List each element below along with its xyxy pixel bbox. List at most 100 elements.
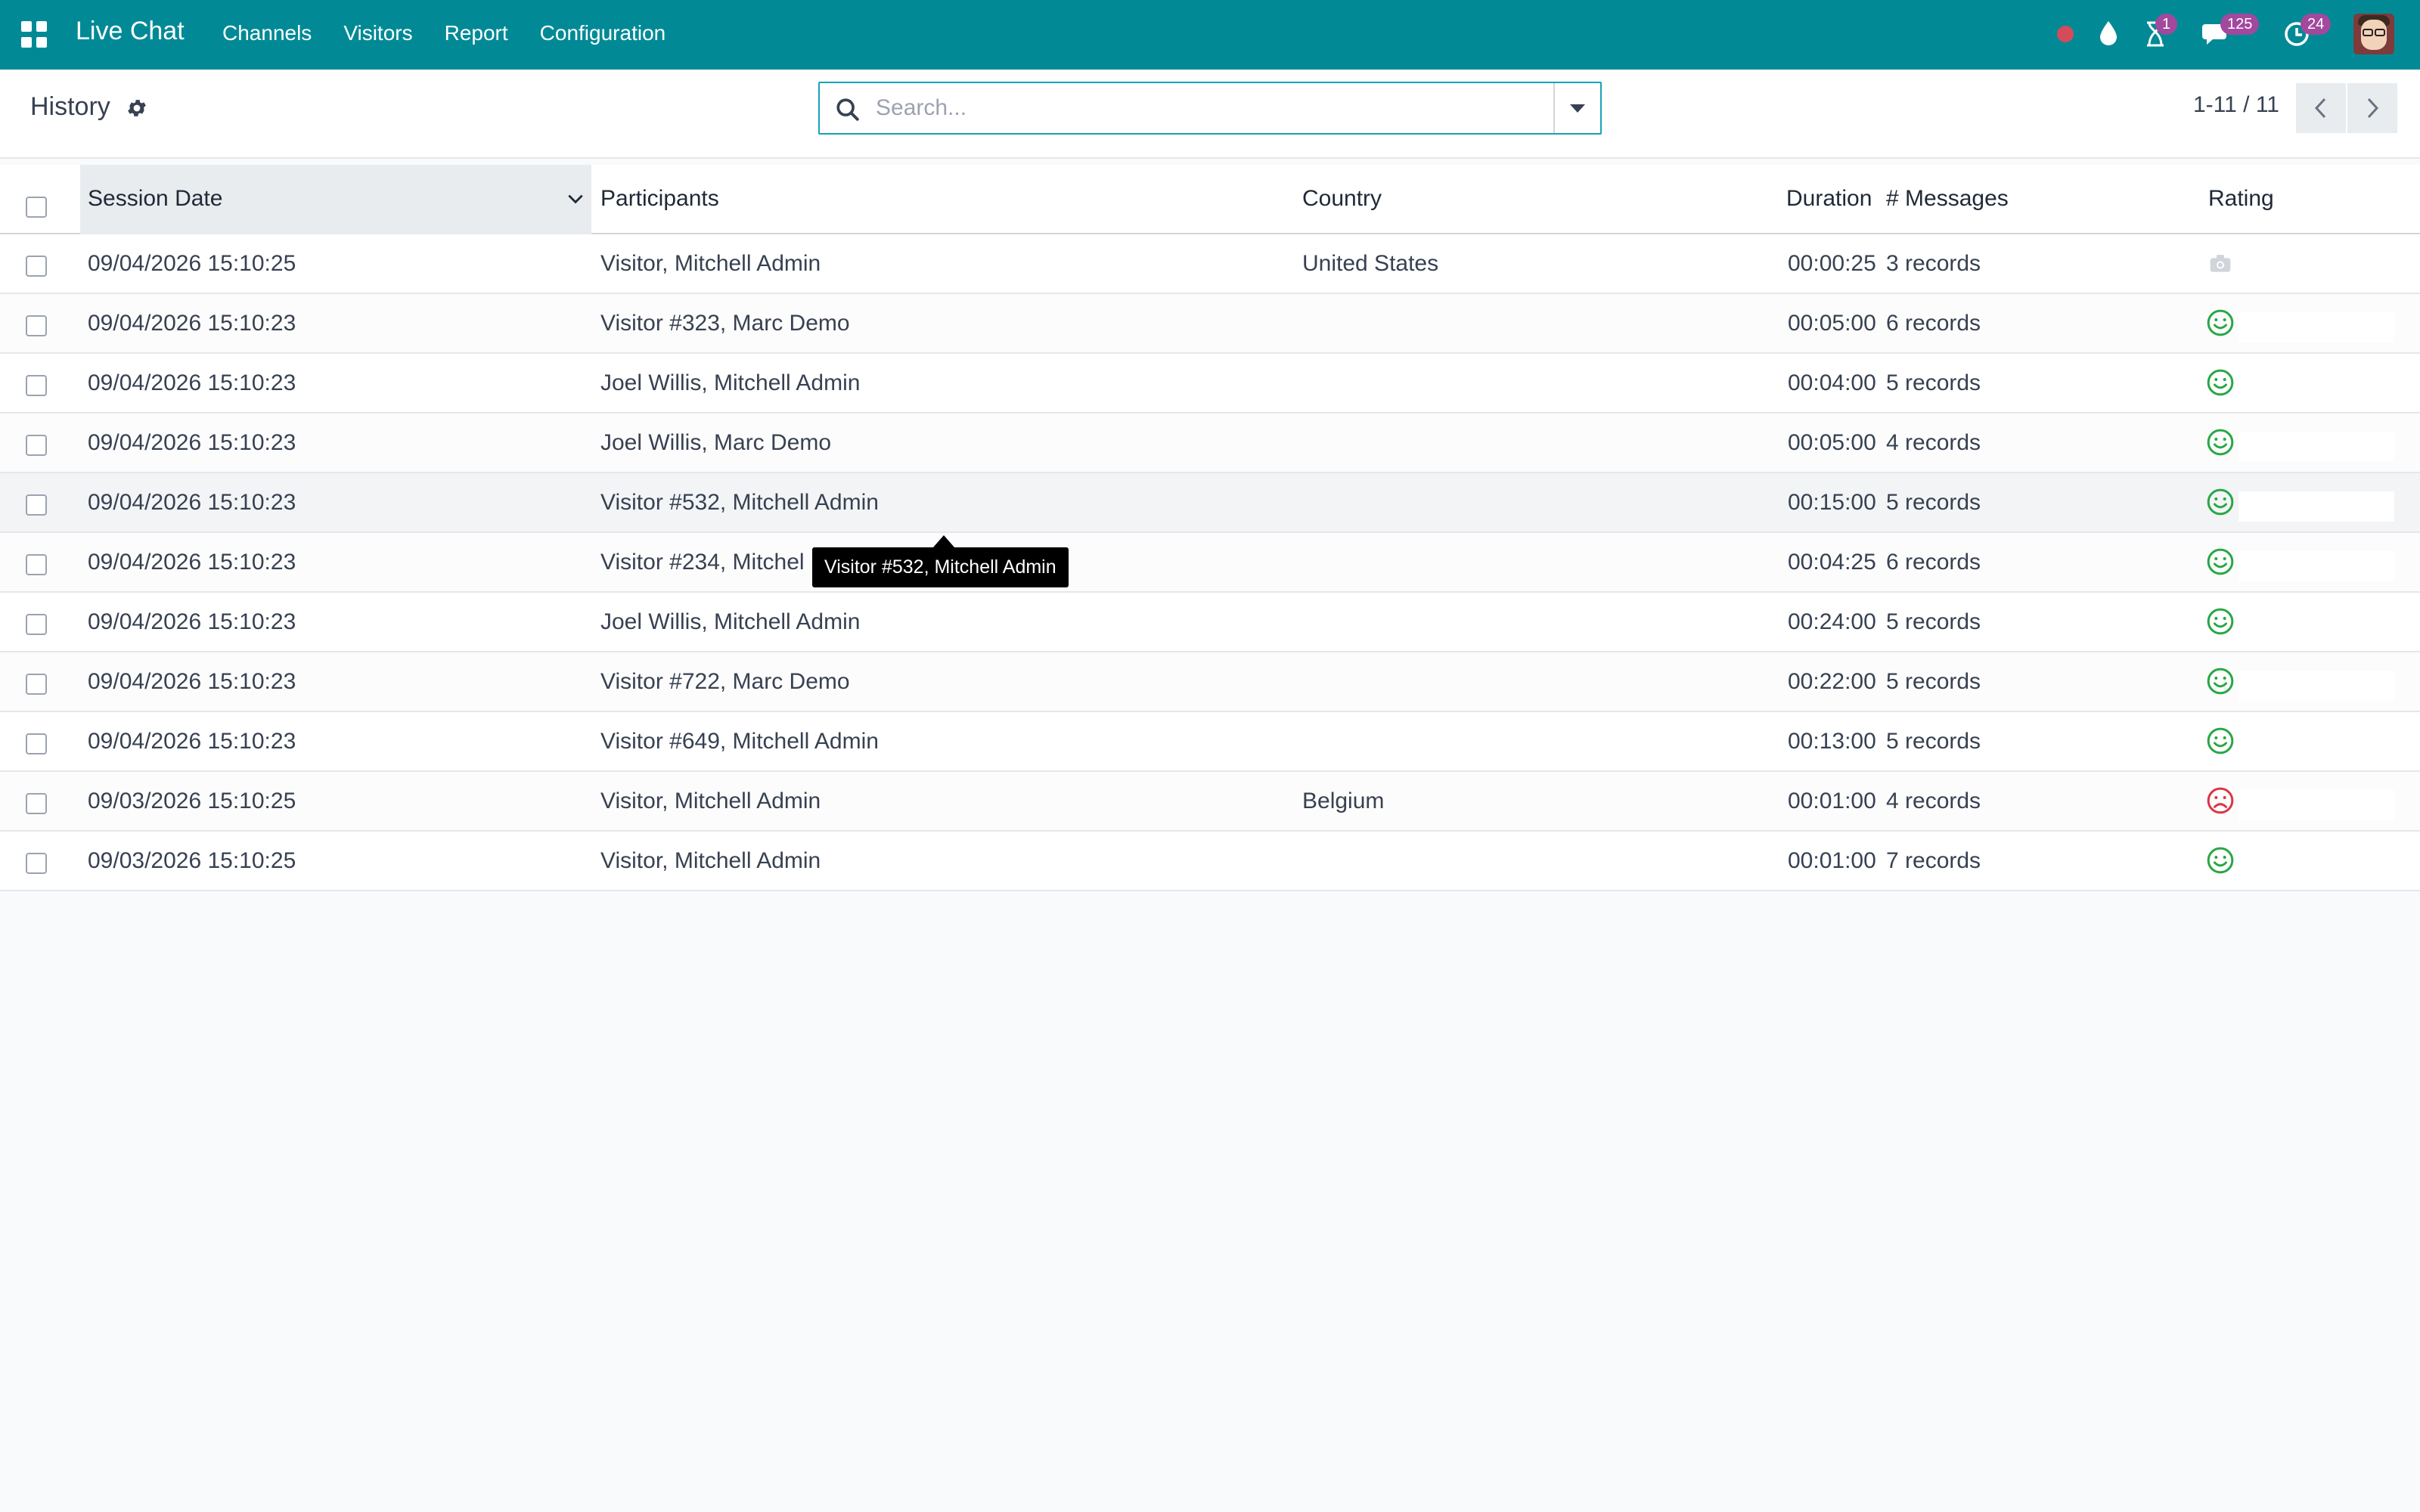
- chevron-left-icon: [2314, 98, 2326, 119]
- header-participants[interactable]: Participants: [600, 186, 719, 212]
- happy-face-icon: [2207, 847, 2234, 874]
- table-row[interactable]: 09/04/2026 15:10:23 Joel Willis, Mitchel…: [0, 593, 2420, 652]
- sad-face-icon: [2207, 787, 2234, 814]
- caret-down-icon: [1570, 104, 1585, 113]
- pager-previous-button[interactable]: [2296, 83, 2346, 133]
- search-options-toggle[interactable]: [1553, 83, 1600, 133]
- table-body: 09/04/2026 15:10:25 Visitor, Mitchell Ad…: [0, 234, 2420, 891]
- cell-session-date: 09/04/2026 15:10:23: [88, 729, 296, 754]
- table-row[interactable]: 09/04/2026 15:10:23 Joel Willis, Mitchel…: [0, 354, 2420, 414]
- cell-session-date: 09/04/2026 15:10:25: [88, 251, 296, 276]
- table-header: Session Date Participants Country Durati…: [0, 165, 2420, 234]
- table-row[interactable]: 09/04/2026 15:10:23 Visitor #649, Mitche…: [0, 712, 2420, 772]
- table-row[interactable]: 09/04/2026 15:10:23 Visitor #722, Marc D…: [0, 652, 2420, 712]
- cell-duration: 00:13:00: [1788, 729, 1876, 754]
- cell-session-date: 09/04/2026 15:10:23: [88, 490, 296, 515]
- row-checkbox[interactable]: [26, 494, 47, 516]
- table-row[interactable]: 09/04/2026 15:10:23 Visitor #234, Mitche…: [0, 533, 2420, 593]
- table-row[interactable]: 09/04/2026 15:10:23 Visitor #323, Marc D…: [0, 294, 2420, 354]
- pager-next-button[interactable]: [2347, 83, 2397, 133]
- cell-messages: 7 records: [1886, 848, 1981, 873]
- row-checkbox[interactable]: [26, 554, 47, 575]
- row-checkbox[interactable]: [26, 793, 47, 814]
- participants-tooltip: Visitor #532, Mitchell Admin: [812, 547, 1069, 587]
- table-row[interactable]: 09/04/2026 15:10:23 Joel Willis, Marc De…: [0, 414, 2420, 473]
- search-icon: [836, 98, 859, 121]
- header-rating[interactable]: Rating: [2208, 186, 2274, 212]
- cell-messages: 5 records: [1886, 609, 1981, 634]
- clock-count-badge: 24: [2301, 14, 2332, 35]
- cell-messages: 5 records: [1886, 669, 1981, 694]
- search-input[interactable]: [876, 89, 1511, 127]
- header-session-date[interactable]: Session Date: [88, 186, 222, 212]
- cell-duration: 00:00:25: [1788, 251, 1876, 276]
- table-row[interactable]: 09/03/2026 15:10:25 Visitor, Mitchell Ad…: [0, 772, 2420, 832]
- cell-messages: 6 records: [1886, 311, 1981, 336]
- apps-grid-icon[interactable]: [21, 21, 48, 48]
- row-checkbox[interactable]: [26, 733, 47, 754]
- cell-session-date: 09/04/2026 15:10:23: [88, 550, 296, 575]
- happy-face-icon: [2207, 309, 2234, 336]
- cell-duration: 00:01:00: [1788, 848, 1876, 873]
- cell-session-date: 09/04/2026 15:10:23: [88, 370, 296, 395]
- cell-country: United States: [1302, 251, 1439, 276]
- cell-participants: Joel Willis, Marc Demo: [600, 430, 832, 455]
- menu-channels[interactable]: Channels: [222, 21, 312, 45]
- rating-bar: [2238, 253, 2394, 283]
- tooltip-arrow: [933, 535, 954, 547]
- rating-bar: [2238, 611, 2394, 641]
- header-country[interactable]: Country: [1302, 186, 1382, 212]
- chevron-right-icon: [2367, 98, 2379, 119]
- menu-configuration[interactable]: Configuration: [540, 21, 666, 45]
- messages-count-badge: 125: [2220, 14, 2260, 35]
- cell-duration: 00:04:25: [1788, 550, 1876, 575]
- table-row[interactable]: 09/04/2026 15:10:25 Visitor, Mitchell Ad…: [0, 234, 2420, 294]
- menu-visitors[interactable]: Visitors: [343, 21, 412, 45]
- table-row[interactable]: 09/04/2026 15:10:23 Visitor #532, Mitche…: [0, 473, 2420, 533]
- happy-face-icon: [2207, 668, 2234, 695]
- cell-duration: 00:01:00: [1788, 789, 1876, 813]
- header-duration[interactable]: Duration: [1786, 186, 1872, 212]
- row-checkbox[interactable]: [26, 435, 47, 456]
- cell-messages: 4 records: [1886, 789, 1981, 813]
- sort-desc-chevron-icon[interactable]: [566, 189, 585, 209]
- cell-participants: Visitor, Mitchell Admin: [600, 251, 821, 276]
- happy-face-icon: [2207, 369, 2234, 396]
- history-table: Session Date Participants Country Durati…: [0, 165, 2420, 891]
- cell-session-date: 09/04/2026 15:10:23: [88, 311, 296, 336]
- cell-duration: 00:24:00: [1788, 609, 1876, 634]
- row-checkbox[interactable]: [26, 315, 47, 336]
- recording-status-icon[interactable]: [2057, 26, 2074, 42]
- rating-bar: [2238, 432, 2394, 462]
- happy-face-icon: [2207, 727, 2234, 754]
- row-checkbox[interactable]: [26, 256, 47, 277]
- app-brand[interactable]: Live Chat: [76, 17, 185, 46]
- cell-messages: 5 records: [1886, 490, 1981, 515]
- page-title: History: [30, 92, 110, 121]
- user-avatar[interactable]: [2353, 14, 2394, 54]
- rating-bar: [2238, 312, 2394, 342]
- table-row[interactable]: 09/03/2026 15:10:25 Visitor, Mitchell Ad…: [0, 832, 2420, 891]
- cell-participants: Visitor #722, Marc Demo: [600, 669, 850, 694]
- happy-face-icon: [2207, 488, 2234, 516]
- menu-report[interactable]: Report: [445, 21, 508, 45]
- row-checkbox[interactable]: [26, 614, 47, 635]
- cell-participants: Visitor #532, Mitchell Admin: [600, 490, 879, 515]
- top-navbar: Live Chat Channels Visitors Report Confi…: [0, 0, 2420, 70]
- row-checkbox[interactable]: [26, 853, 47, 874]
- header-messages[interactable]: # Messages: [1886, 186, 2009, 212]
- row-checkbox[interactable]: [26, 674, 47, 695]
- row-checkbox[interactable]: [26, 375, 47, 396]
- gear-icon[interactable]: [126, 97, 148, 119]
- no-rating-camera-icon: [2210, 255, 2231, 272]
- cell-session-date: 09/04/2026 15:10:23: [88, 609, 296, 634]
- pager-value[interactable]: 1-11 / 11: [2193, 92, 2279, 118]
- droplet-icon[interactable]: [2098, 20, 2119, 47]
- cell-duration: 00:05:00: [1788, 311, 1876, 336]
- cell-participants: Joel Willis, Mitchell Admin: [600, 609, 861, 634]
- control-panel: History 1-11 / 11: [0, 70, 2420, 159]
- rating-bar: [2238, 730, 2394, 761]
- rating-bar: [2238, 671, 2394, 701]
- select-all-checkbox[interactable]: [26, 197, 47, 218]
- cell-messages: 5 records: [1886, 370, 1981, 395]
